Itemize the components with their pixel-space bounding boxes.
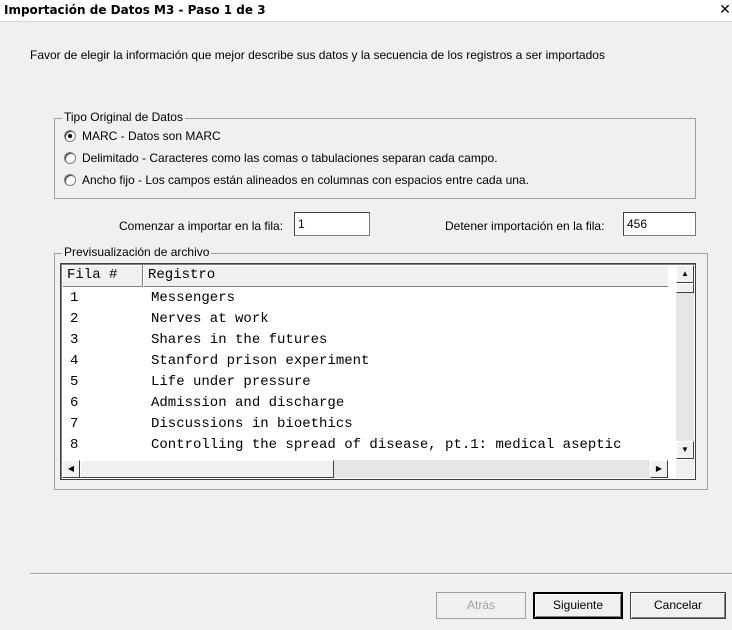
table-row[interactable]: 6 Admission and discharge [62, 393, 668, 414]
row-record: Messengers [151, 290, 236, 306]
scrollbar-corner [676, 460, 694, 478]
preview-grid[interactable]: Fila # Registro 1 Messengers 2 Nerves at… [60, 263, 696, 480]
back-button[interactable]: Atrás [436, 592, 526, 619]
vertical-scroll-thumb[interactable] [676, 283, 694, 293]
scroll-right-arrow-icon[interactable]: ▶ [650, 460, 668, 478]
row-number: 2 [70, 311, 79, 327]
table-row[interactable]: 1 Messengers [62, 288, 668, 309]
row-number: 5 [70, 374, 79, 390]
radio-label-delimited: Delimitado - Caracteres como las comas o… [82, 151, 498, 165]
window-title: Importación de Datos M3 - Paso 1 de 3 [4, 3, 266, 17]
horizontal-scroll-thumb[interactable] [80, 460, 334, 478]
import-dialog: Importación de Datos M3 - Paso 1 de 3 ✕ … [0, 0, 732, 630]
close-icon[interactable]: ✕ [718, 2, 732, 18]
radio-button-marc[interactable] [64, 130, 76, 142]
row-record: Controlling the spread of disease, pt.1:… [151, 437, 622, 453]
row-record: Nerves at work [151, 311, 269, 327]
table-row[interactable]: 2 Nerves at work [62, 309, 668, 330]
row-record: Discussions in bioethics [151, 416, 353, 432]
row-record: Admission and discharge [151, 395, 345, 411]
column-header-registro[interactable]: Registro [143, 265, 668, 287]
table-row[interactable]: 8 Controlling the spread of disease, pt.… [62, 435, 668, 456]
row-number: 1 [70, 290, 79, 306]
radio-option-fixed-width[interactable]: Ancho fijo - Los campos están alineados … [64, 172, 529, 188]
next-button[interactable]: Siguiente [533, 592, 623, 619]
row-record: Shares in the futures [151, 332, 328, 348]
scroll-left-arrow-icon[interactable]: ◀ [62, 460, 80, 478]
row-number: 7 [70, 416, 79, 432]
row-number: 4 [70, 353, 79, 369]
grid-body: 1 Messengers 2 Nerves at work 3 Shares i… [62, 288, 668, 456]
radio-label-marc: MARC - Datos son MARC [82, 129, 221, 143]
row-number: 3 [70, 332, 79, 348]
radio-label-fixed-width: Ancho fijo - Los campos están alineados … [82, 173, 529, 187]
stop-row-input[interactable] [623, 212, 696, 236]
table-row[interactable]: 3 Shares in the futures [62, 330, 668, 351]
instructions-text: Favor de elegir la información que mejor… [30, 48, 605, 62]
table-row[interactable]: 7 Discussions in bioethics [62, 414, 668, 435]
vertical-scrollbar[interactable]: ▲ ▼ [676, 265, 694, 459]
horizontal-scrollbar[interactable]: ◀ ▶ [62, 460, 668, 478]
data-type-legend: Tipo Original de Datos [62, 110, 185, 124]
row-record: Life under pressure [151, 374, 311, 390]
row-number: 6 [70, 395, 79, 411]
table-row[interactable]: 5 Life under pressure [62, 372, 668, 393]
radio-button-fixed-width[interactable] [64, 174, 76, 186]
radio-option-marc[interactable]: MARC - Datos son MARC [64, 128, 221, 144]
stop-row-label: Detener importación en la fila: [445, 219, 605, 233]
row-record: Stanford prison experiment [151, 353, 370, 369]
preview-legend: Previsualización de archivo [62, 245, 212, 259]
column-header-fila[interactable]: Fila # [62, 265, 143, 287]
footer-separator [30, 573, 732, 575]
scroll-down-arrow-icon[interactable]: ▼ [676, 441, 694, 459]
cancel-button[interactable]: Cancelar [630, 592, 726, 619]
table-row[interactable]: 4 Stanford prison experiment [62, 351, 668, 372]
grid-header: Fila # Registro [62, 265, 668, 287]
radio-option-delimited[interactable]: Delimitado - Caracteres como las comas o… [64, 150, 498, 166]
scroll-up-arrow-icon[interactable]: ▲ [676, 265, 694, 283]
start-row-label: Comenzar a importar en la fila: [119, 219, 284, 233]
radio-button-delimited[interactable] [64, 152, 76, 164]
row-number: 8 [70, 437, 79, 453]
start-row-input[interactable] [294, 212, 370, 236]
title-bar: Importación de Datos M3 - Paso 1 de 3 ✕ [0, 0, 732, 22]
